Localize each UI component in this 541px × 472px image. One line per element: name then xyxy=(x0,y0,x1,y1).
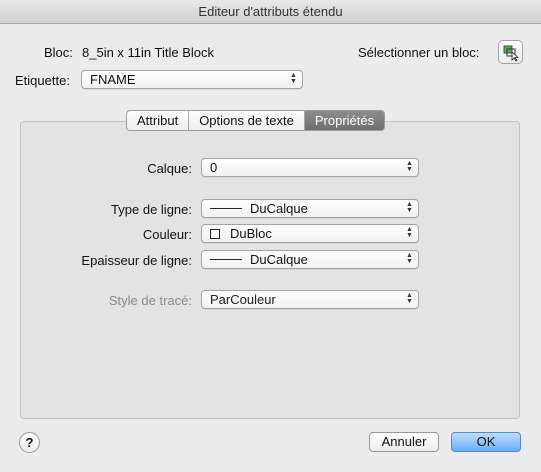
tag-label: Etiquette: xyxy=(15,73,70,88)
popup-arrows-icon: ▲ ▼ xyxy=(406,252,413,265)
tab-bar: Attribut Options de texte Propriétés xyxy=(126,110,386,131)
block-label: Bloc: xyxy=(44,45,73,60)
window-title: Editeur d'attributs étendu xyxy=(0,0,541,24)
layer-label: Calque: xyxy=(147,161,192,176)
layer-select[interactable]: 0 ▲ ▼ xyxy=(201,158,419,177)
popup-arrows-icon: ▲ ▼ xyxy=(406,160,413,173)
select-block-label: Sélectionner un bloc: xyxy=(358,45,480,60)
plotstyle-select[interactable]: ParCouleur ▲ ▼ xyxy=(201,290,419,309)
popup-arrows-icon: ▲ ▼ xyxy=(290,72,297,85)
layer-value: 0 xyxy=(210,160,218,175)
select-block-button[interactable] xyxy=(498,40,523,64)
lineweight-select[interactable]: DuCalque ▲ ▼ xyxy=(201,250,419,269)
ok-button[interactable]: OK xyxy=(451,432,521,452)
cancel-button[interactable]: Annuler xyxy=(369,432,439,452)
select-block-icon xyxy=(503,45,520,62)
tab-attribute[interactable]: Attribut xyxy=(127,111,190,130)
help-button[interactable]: ? xyxy=(19,432,40,453)
plotstyle-value: ParCouleur xyxy=(210,292,276,307)
lineweight-value: DuCalque xyxy=(250,252,308,267)
tag-value: FNAME xyxy=(90,72,136,87)
lineweight-swatch xyxy=(210,259,242,261)
tab-properties[interactable]: Propriétés xyxy=(304,111,385,130)
popup-arrows-icon: ▲ ▼ xyxy=(406,201,413,214)
tag-select[interactable]: FNAME ▲ ▼ xyxy=(81,70,303,89)
color-value: DuBloc xyxy=(230,226,272,241)
lineweight-label: Epaisseur de ligne: xyxy=(81,253,192,268)
block-name: 8_5in x 11in Title Block xyxy=(82,45,214,60)
popup-arrows-icon: ▲ ▼ xyxy=(406,292,413,305)
color-select[interactable]: DuBloc ▲ ▼ xyxy=(201,224,419,243)
color-swatch xyxy=(210,228,220,239)
color-label: Couleur: xyxy=(142,227,192,242)
linetype-value: DuCalque xyxy=(250,201,308,216)
linetype-swatch xyxy=(210,208,242,210)
popup-arrows-icon: ▲ ▼ xyxy=(406,226,413,239)
linetype-label: Type de ligne: xyxy=(111,202,192,217)
linetype-select[interactable]: DuCalque ▲ ▼ xyxy=(201,199,419,218)
tab-text-options[interactable]: Options de texte xyxy=(189,111,305,130)
plotstyle-label: Style de tracé: xyxy=(108,293,192,308)
